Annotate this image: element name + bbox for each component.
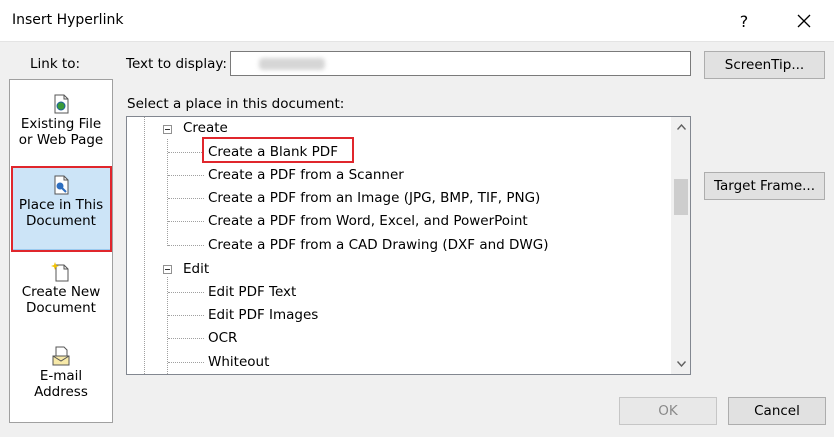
chevron-down-icon: [677, 361, 686, 367]
close-button[interactable]: [780, 0, 828, 42]
ok-label: OK: [658, 403, 678, 419]
target-frame-button[interactable]: Target Frame...: [704, 172, 825, 200]
sidebar-label: E-mail: [39, 368, 83, 384]
sidebar-label: Document: [26, 300, 96, 316]
tree-line: [168, 362, 204, 363]
redacted-text: [259, 58, 325, 70]
text-to-display-input[interactable]: [230, 51, 691, 76]
tree-line: [144, 117, 145, 374]
text-to-display-label: Text to display:: [126, 56, 227, 72]
tree-scrollbar[interactable]: [671, 117, 690, 374]
sidebar-label: Document: [26, 213, 96, 229]
title-bar: Insert Hyperlink ?: [0, 0, 834, 42]
tree-line: [168, 292, 204, 293]
tree-line: [168, 315, 204, 316]
select-place-label: Select a place in this document:: [127, 96, 345, 112]
email-address-icon: [52, 346, 70, 366]
scroll-up-button[interactable]: [672, 117, 690, 137]
tree-item[interactable]: Create a PDF from a CAD Drawing (DXF and…: [208, 234, 548, 256]
cancel-label: Cancel: [754, 403, 800, 419]
sidebar-item-create-new[interactable]: Create New Document: [11, 254, 111, 338]
sidebar-label: Existing File: [20, 116, 102, 132]
document-place-tree[interactable]: Create Create a Blank PDF Create a PDF f…: [126, 116, 691, 375]
tree-line: [168, 175, 204, 176]
tree-item[interactable]: Create a PDF from an Image (JPG, BMP, TI…: [208, 187, 540, 209]
place-in-document-icon: [54, 175, 69, 195]
sidebar-label: or Web Page: [18, 132, 104, 148]
sidebar-item-email-address[interactable]: E-mail Address: [11, 338, 111, 422]
sidebar-label: Place in This: [18, 197, 104, 213]
highlight-annotation: [202, 137, 354, 163]
tree-line: [168, 338, 204, 339]
web-page-icon: [54, 94, 69, 114]
tree-line: [168, 152, 204, 153]
tree-item-edit[interactable]: Edit: [183, 258, 209, 280]
tree-item[interactable]: Create a PDF from Word, Excel, and Power…: [208, 210, 528, 232]
target-frame-label: Target Frame...: [714, 178, 815, 194]
sidebar-label: Address: [34, 384, 88, 400]
tree-item[interactable]: Edit PDF Text: [208, 281, 296, 303]
sidebar-item-existing-file[interactable]: Existing File or Web Page: [11, 86, 111, 170]
tree-line: [167, 139, 168, 246]
screentip-label: ScreenTip...: [724, 57, 805, 73]
sidebar-item-place-in-document[interactable]: Place in This Document: [11, 166, 112, 252]
link-to-label: Link to:: [30, 56, 81, 72]
new-document-icon: [51, 262, 69, 282]
tree-line: [168, 198, 204, 199]
tree-item[interactable]: Create a PDF from a Scanner: [208, 164, 404, 186]
scroll-down-button[interactable]: [672, 354, 690, 374]
collapse-toggle[interactable]: [163, 125, 172, 134]
tree-line: [168, 221, 204, 222]
help-icon: ?: [739, 11, 749, 31]
chevron-up-icon: [677, 124, 686, 130]
tree-item[interactable]: Whiteout: [208, 351, 269, 373]
close-icon: [797, 14, 811, 28]
collapse-toggle[interactable]: [163, 265, 172, 274]
help-button[interactable]: ?: [720, 0, 768, 42]
cancel-button[interactable]: Cancel: [728, 397, 826, 425]
tree-line: [168, 245, 204, 246]
tree-item[interactable]: Edit PDF Images: [208, 304, 318, 326]
tree-item[interactable]: OCR: [208, 327, 237, 349]
scroll-thumb[interactable]: [674, 179, 688, 215]
tree-item-create[interactable]: Create: [183, 117, 228, 139]
ok-button[interactable]: OK: [619, 397, 717, 425]
sidebar-label: Create New: [21, 284, 101, 300]
window-title: Insert Hyperlink: [12, 12, 124, 28]
screentip-button[interactable]: ScreenTip...: [704, 51, 825, 79]
link-to-sidebar: Existing File or Web Page Place in This …: [9, 79, 113, 423]
